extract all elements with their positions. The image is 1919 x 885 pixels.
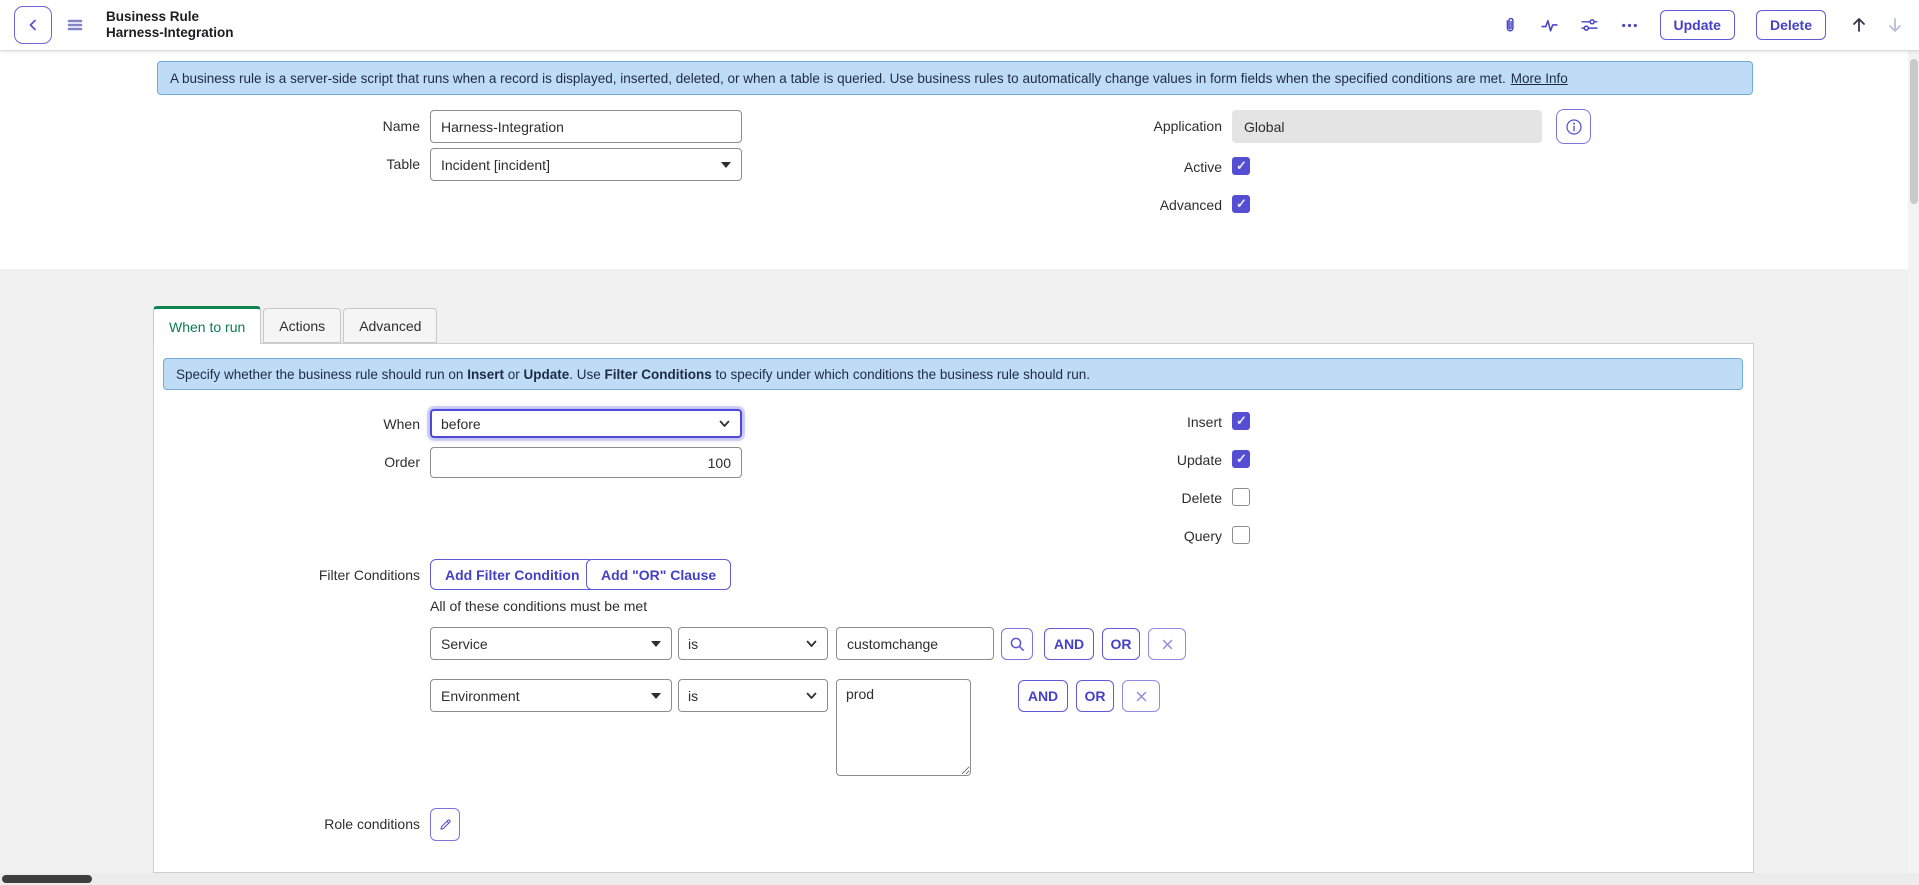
page-title: Business Rule bbox=[106, 9, 234, 25]
condition-2-operator-select[interactable]: is bbox=[678, 679, 828, 712]
condition-1-or-button[interactable]: OR bbox=[1102, 628, 1140, 660]
tab-advanced[interactable]: Advanced bbox=[343, 308, 437, 343]
condition-1-and-button[interactable]: AND bbox=[1044, 628, 1094, 660]
condition-2-or-button[interactable]: OR bbox=[1076, 680, 1114, 712]
edit-role-conditions-button[interactable] bbox=[430, 808, 460, 841]
delete-label: Delete bbox=[970, 490, 1222, 506]
tab-bar: When to run Actions Advanced bbox=[153, 306, 439, 344]
condition-1-field-select[interactable]: Service bbox=[430, 627, 672, 660]
delete-button[interactable]: Delete bbox=[1756, 10, 1826, 40]
caret-down-icon bbox=[651, 693, 661, 699]
horizontal-scrollbar[interactable] bbox=[0, 873, 1919, 885]
active-checkbox[interactable] bbox=[1232, 157, 1250, 175]
order-label: Order bbox=[140, 454, 420, 470]
form-header: Business Rule Harness-Integration Update… bbox=[0, 0, 1919, 51]
tab-actions[interactable]: Actions bbox=[263, 308, 341, 343]
condition-1-operator-select[interactable]: is bbox=[678, 627, 828, 660]
hamburger-icon[interactable] bbox=[66, 17, 84, 33]
when-banner-text: Specify whether the business rule should… bbox=[176, 367, 1090, 382]
pencil-icon bbox=[438, 817, 453, 832]
sliders-icon[interactable] bbox=[1580, 16, 1599, 35]
table-select-value: Incident [incident] bbox=[441, 157, 550, 173]
when-select[interactable]: before bbox=[430, 409, 742, 438]
update-button[interactable]: Update bbox=[1660, 10, 1735, 40]
insert-checkbox[interactable] bbox=[1232, 412, 1250, 430]
caret-down-icon bbox=[651, 641, 661, 647]
ellipsis-icon[interactable] bbox=[1620, 16, 1639, 35]
condition-1-field-value: Service bbox=[441, 636, 488, 652]
arrow-up-icon[interactable] bbox=[1849, 15, 1869, 35]
table-label: Table bbox=[140, 156, 420, 172]
filter-conditions-label: Filter Conditions bbox=[140, 567, 420, 583]
condition-2-operator-value: is bbox=[688, 688, 698, 704]
paperclip-icon[interactable] bbox=[1500, 16, 1519, 35]
more-info-link[interactable]: More Info bbox=[1511, 71, 1568, 86]
caret-down-icon bbox=[721, 162, 731, 168]
application-label: Application bbox=[970, 118, 1222, 134]
query-checkbox[interactable] bbox=[1232, 526, 1250, 544]
order-input[interactable] bbox=[430, 447, 742, 478]
back-button[interactable] bbox=[14, 6, 52, 44]
search-icon bbox=[1009, 636, 1026, 653]
application-field: Global bbox=[1232, 110, 1542, 143]
delete-checkbox[interactable] bbox=[1232, 488, 1250, 506]
update-label: Update bbox=[970, 452, 1222, 468]
conditions-must-be-met-text: All of these conditions must be met bbox=[430, 598, 647, 614]
when-select-value: before bbox=[441, 416, 481, 432]
active-label: Active bbox=[970, 159, 1222, 175]
activity-icon[interactable] bbox=[1540, 16, 1559, 35]
close-icon bbox=[1161, 638, 1174, 651]
horizontal-scrollbar-thumb[interactable] bbox=[2, 875, 92, 883]
update-checkbox[interactable] bbox=[1232, 450, 1250, 468]
condition-2-field-value: Environment bbox=[441, 688, 520, 704]
advanced-checkbox[interactable] bbox=[1232, 195, 1250, 213]
condition-1-search-button[interactable] bbox=[1001, 628, 1033, 660]
name-input[interactable] bbox=[430, 110, 742, 143]
when-label: When bbox=[140, 416, 420, 432]
query-label: Query bbox=[970, 528, 1222, 544]
application-value: Global bbox=[1244, 119, 1284, 135]
info-banner-text: A business rule is a server-side script … bbox=[170, 71, 1506, 86]
condition-1-value-input[interactable] bbox=[836, 627, 994, 660]
add-or-clause-button[interactable]: Add "OR" Clause bbox=[586, 559, 731, 590]
condition-1-delete-button[interactable] bbox=[1148, 628, 1186, 660]
advanced-label: Advanced bbox=[970, 197, 1222, 213]
info-icon bbox=[1565, 118, 1583, 136]
insert-label: Insert bbox=[970, 414, 1222, 430]
name-label: Name bbox=[140, 118, 420, 134]
role-conditions-label: Role conditions bbox=[140, 816, 420, 832]
condition-2-and-button[interactable]: AND bbox=[1018, 680, 1068, 712]
chevron-down-icon bbox=[805, 689, 818, 702]
info-banner: A business rule is a server-side script … bbox=[157, 61, 1753, 95]
add-filter-condition-button[interactable]: Add Filter Condition bbox=[430, 559, 595, 590]
table-select[interactable]: Incident [incident] bbox=[430, 148, 742, 181]
business-rule-form-page: Business Rule Harness-Integration Update… bbox=[0, 0, 1919, 885]
condition-2-delete-button[interactable] bbox=[1122, 680, 1160, 712]
condition-2-value-textarea[interactable]: prod bbox=[836, 679, 971, 776]
close-icon bbox=[1135, 690, 1148, 703]
condition-1-operator-value: is bbox=[688, 636, 698, 652]
condition-2-field-select[interactable]: Environment bbox=[430, 679, 672, 712]
tab-when-to-run[interactable]: When to run bbox=[153, 306, 261, 344]
chevron-down-icon bbox=[718, 417, 731, 430]
chevron-down-icon bbox=[805, 637, 818, 650]
record-title: Harness-Integration bbox=[106, 25, 234, 41]
when-to-run-info-banner: Specify whether the business rule should… bbox=[163, 358, 1743, 390]
vertical-scrollbar[interactable] bbox=[1908, 51, 1919, 873]
application-info-button[interactable] bbox=[1556, 109, 1591, 144]
arrow-down-icon[interactable] bbox=[1885, 15, 1905, 35]
vertical-scrollbar-thumb[interactable] bbox=[1910, 59, 1918, 204]
chevron-left-icon bbox=[25, 17, 41, 33]
